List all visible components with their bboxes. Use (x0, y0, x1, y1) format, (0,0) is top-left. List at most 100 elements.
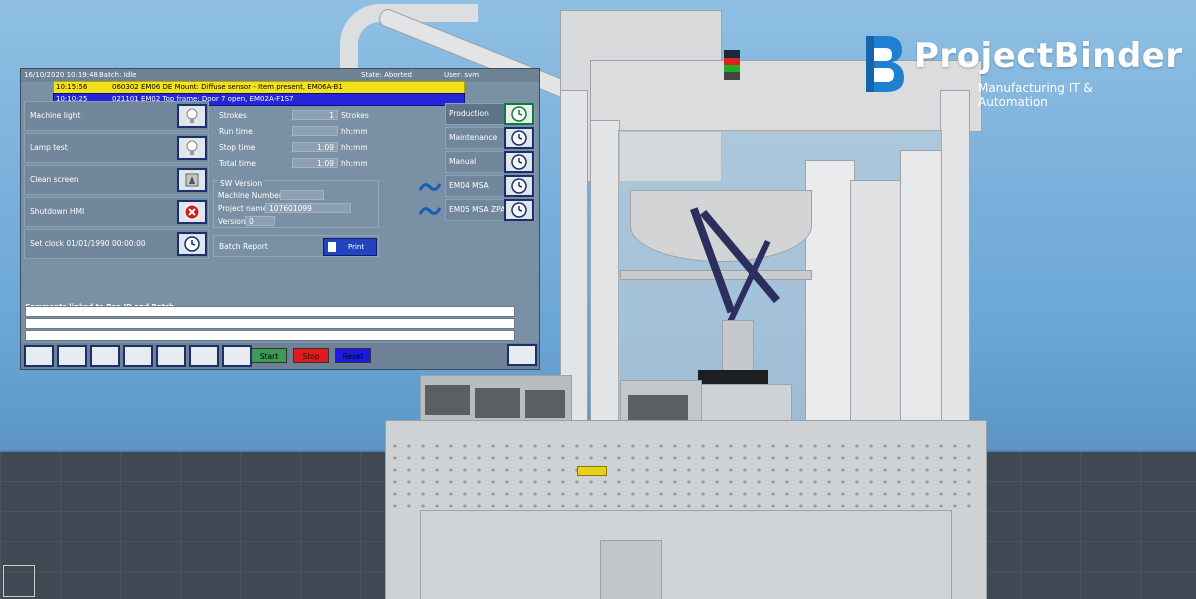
clean-screen-button[interactable] (177, 168, 207, 192)
mode-em05-msa-zpa[interactable]: EM05 MSA ZPA (445, 199, 535, 221)
print-label: Print (348, 243, 365, 251)
machine-light-button[interactable] (177, 104, 207, 128)
stop-time-unit: hh:mm (341, 143, 368, 152)
machine-number-label: Machine Number (218, 191, 282, 200)
counters-group: Strokes 1 Strokes Run time hh:mm Stop ti… (213, 103, 379, 175)
mode-manual[interactable]: Manual (445, 151, 535, 173)
brand-logo: ProjectBinder Manufacturing IT & Automat… (858, 34, 1182, 109)
set-clock-button[interactable] (177, 232, 207, 256)
network-icon[interactable] (507, 344, 537, 366)
mode-em04-msa[interactable]: EM04 MSA (445, 175, 535, 197)
machine-light-label: Machine light (30, 111, 81, 120)
wave-icon[interactable] (57, 345, 87, 367)
brand-name: ProjectBinder (914, 36, 1183, 76)
mode-label: EM04 MSA (449, 181, 489, 190)
lamp-test-button[interactable] (177, 136, 207, 160)
clock-icon (504, 103, 534, 125)
project-name-value: 107601099 (265, 203, 351, 213)
warning-icon[interactable] (123, 345, 153, 367)
total-time-unit: hh:mm (341, 159, 368, 168)
mode-label: Maintenance (449, 133, 498, 142)
strokes-value: 1 (292, 110, 338, 120)
print-button[interactable]: Print (323, 238, 377, 256)
run-time-unit: hh:mm (341, 127, 368, 136)
project-name-label: Project name (218, 204, 268, 213)
conveyor-panel-2 (475, 388, 520, 418)
product-tray (698, 370, 768, 384)
chart-icon[interactable] (222, 345, 252, 367)
brand-tagline: Manufacturing IT & Automation (978, 81, 1093, 109)
lamp-test-row: Lamp test (24, 133, 209, 163)
stack-light (724, 50, 740, 80)
batch-report-group: Batch Report Print (213, 235, 379, 257)
batch-report-label: Batch Report (219, 242, 268, 251)
version-value: 0 (245, 216, 275, 226)
total-time-value: 1:09 (292, 158, 338, 168)
wave-icon (418, 203, 442, 217)
lower-cabinet (420, 510, 952, 599)
mode-maintenance[interactable]: Maintenance (445, 127, 535, 149)
hmi-window: 16/10/2020 10:19:48 Batch: Idle State: A… (20, 68, 540, 370)
clock-icon (504, 175, 534, 197)
machine-icon[interactable] (24, 345, 54, 367)
status-user: User: svm (444, 71, 480, 79)
set-clock-row: Set clock 01/01/1990 00:00:00 (24, 229, 209, 259)
hand-icon (185, 173, 199, 187)
conveyor-panel-1 (425, 385, 470, 415)
status-state: State: Aborted (361, 71, 412, 79)
stop-time-label: Stop time (219, 143, 256, 152)
machine-number-value (280, 190, 324, 200)
lower-door (600, 540, 662, 599)
brand-logo-icon (866, 36, 904, 92)
clock-icon (504, 127, 534, 149)
document-icon (328, 242, 336, 252)
comment-line-2[interactable] (25, 318, 515, 329)
sw-version-title: SW Version (218, 179, 265, 188)
mode-label: Production (449, 109, 489, 118)
run-time-value (292, 126, 338, 136)
conveyor-panel-3 (525, 390, 565, 418)
bulb-icon (186, 140, 198, 155)
clock-icon (504, 151, 534, 173)
stop-time-value: 1:09 (292, 142, 338, 152)
robot-head (722, 320, 754, 372)
mode-label: EM05 MSA ZPA (449, 205, 506, 214)
alarm-time: 10:15:56 (56, 83, 88, 91)
shutdown-label: Shutdown HMI (30, 207, 85, 216)
run-time-label: Run time (219, 127, 253, 136)
alarm-text: 060302 EM06 DE Mount: Diffuse sensor - I… (112, 83, 343, 91)
box-icon[interactable] (189, 345, 219, 367)
status-datetime: 16/10/2020 10:19:48 (24, 71, 99, 79)
shutdown-row: Shutdown HMI (24, 197, 209, 227)
reset-button[interactable]: Reset (335, 348, 371, 363)
base-perforation (388, 440, 978, 510)
mode-production[interactable]: Production (445, 103, 535, 125)
station-tag (577, 466, 607, 476)
set-clock-label: Set clock 01/01/1990 00:00:00 (30, 239, 146, 248)
start-button[interactable]: Start (251, 348, 287, 363)
strokes-label: Strokes (219, 111, 247, 120)
comment-line-1[interactable] (25, 306, 515, 317)
clock-icon (184, 236, 200, 252)
clean-screen-row: Clean screen (24, 165, 209, 195)
wave-icon (418, 179, 442, 193)
lamp-test-label: Lamp test (30, 143, 68, 152)
status-batch: Batch: Idle (99, 71, 137, 79)
strokes-unit: Strokes (341, 111, 369, 120)
comment-line-3[interactable] (25, 330, 515, 341)
stop-button[interactable]: Stop (293, 348, 329, 363)
power-off-icon (184, 204, 200, 220)
document-icon[interactable] (90, 345, 120, 367)
sw-version-group: SW Version Machine Number Project name 1… (213, 179, 379, 228)
clock-icon (504, 199, 534, 221)
settings-gear-icon[interactable] (156, 345, 186, 367)
version-label: Version (218, 217, 246, 226)
clean-screen-label: Clean screen (30, 175, 79, 184)
robot-dome (630, 190, 812, 262)
bulb-icon (186, 108, 198, 123)
shutdown-button[interactable] (177, 200, 207, 224)
origin-cube (3, 565, 35, 597)
mode-label: Manual (449, 157, 477, 166)
total-time-label: Total time (219, 159, 256, 168)
machine-light-row: Machine light (24, 101, 209, 131)
